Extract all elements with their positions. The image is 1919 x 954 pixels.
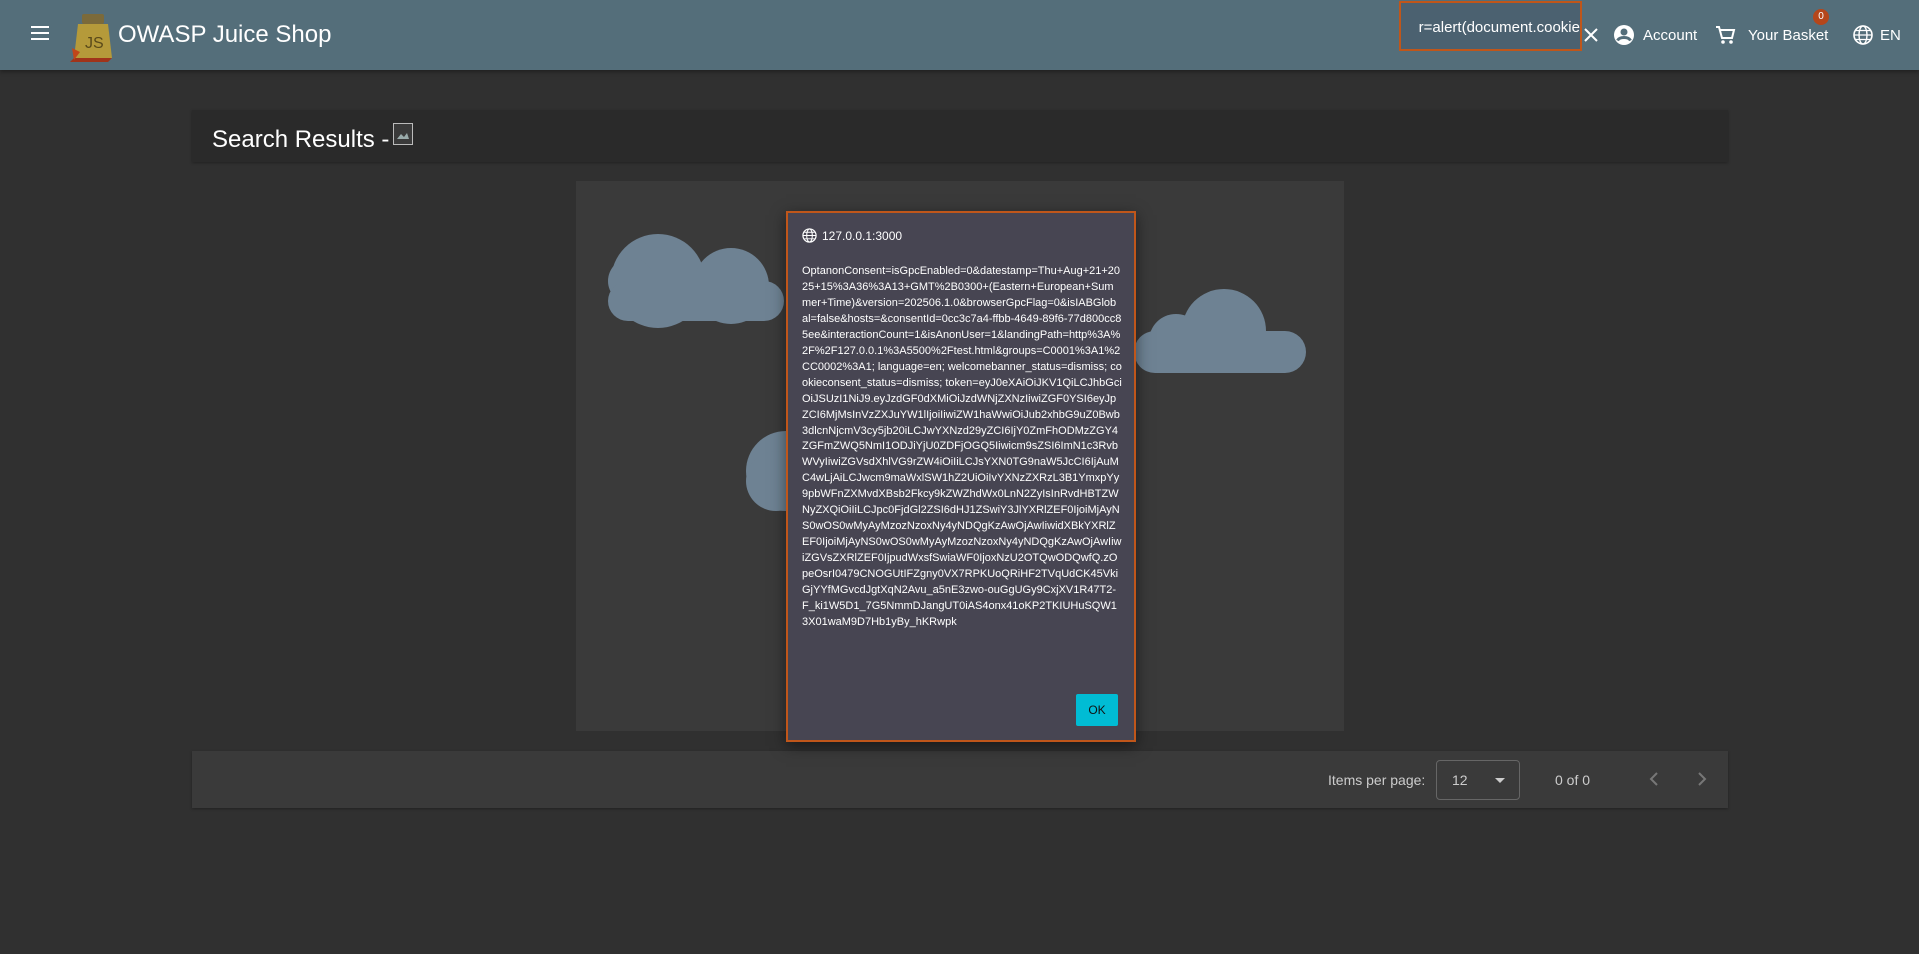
globe-icon <box>1853 25 1873 45</box>
chevron-right-icon[interactable] <box>1690 767 1714 791</box>
search-box[interactable] <box>1399 1 1582 51</box>
ok-button[interactable]: OK <box>1076 694 1118 726</box>
items-per-page-value: 12 <box>1452 772 1468 788</box>
alert-dialog: 127.0.0.1:3000 OptanonConsent=isGpcEnabl… <box>786 211 1136 742</box>
cloud-left <box>608 234 784 328</box>
basket-count-badge: 0 <box>1813 9 1829 25</box>
account-button[interactable]: Account <box>1613 22 1697 48</box>
items-per-page-select[interactable]: 12 <box>1436 760 1520 800</box>
menu-button[interactable] <box>24 22 56 48</box>
chevron-left-icon[interactable] <box>1642 767 1666 791</box>
top-toolbar: JS OWASP Juice Shop Account Your Basket … <box>0 0 1919 70</box>
broken-image-icon <box>393 123 413 145</box>
basket-button[interactable]: Your Basket <box>1714 22 1828 48</box>
cloud-right <box>1134 289 1306 373</box>
cart-icon <box>1716 26 1736 44</box>
dialog-origin: 127.0.0.1:3000 <box>802 228 902 243</box>
account-circle-icon <box>1614 25 1634 45</box>
close-icon[interactable] <box>1580 24 1602 46</box>
menu-icon <box>24 26 56 40</box>
globe-icon <box>802 228 817 243</box>
language-label: EN <box>1880 26 1901 44</box>
page-range-label: 0 of 0 <box>1555 772 1591 788</box>
search-results-title: Search Results - <box>212 126 390 153</box>
dialog-origin-text: 127.0.0.1:3000 <box>822 228 903 243</box>
dialog-message: OptanonConsent=isGpcEnabled=0&datestamp=… <box>802 265 1122 628</box>
items-per-page-label: Items per page: <box>1328 772 1426 788</box>
search-results-header: Search Results - <box>192 110 1728 162</box>
search-input[interactable] <box>1401 16 1580 38</box>
account-label: Account <box>1643 26 1698 44</box>
svg-text:JS: JS <box>85 35 104 52</box>
dropdown-arrow-icon <box>1495 778 1505 783</box>
basket-label: Your Basket <box>1748 26 1829 44</box>
paginator: Items per page: 12 0 of 0 <box>192 751 1728 808</box>
language-button[interactable]: EN <box>1852 22 1901 48</box>
juice-shop-logo[interactable]: JS <box>68 8 120 62</box>
app-title[interactable]: OWASP Juice Shop <box>118 21 331 49</box>
